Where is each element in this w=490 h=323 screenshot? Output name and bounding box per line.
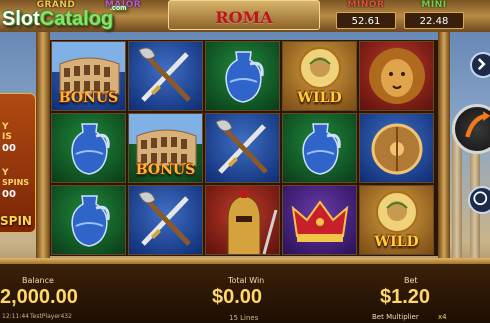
balance-label: Balance xyxy=(22,276,54,285)
game-title: ROMA xyxy=(215,8,273,27)
bonus-label: BONUS xyxy=(58,90,119,106)
bet-multiplier-value: x4 xyxy=(438,313,447,321)
reel-grid: BONUS BONUS WILD WILD xyxy=(50,40,438,256)
jackpot-mini: MINI 22.48 xyxy=(404,0,464,30)
jackpot-minor: MINOR 52.61 xyxy=(336,0,396,30)
bet-multiplier-label: Bet Multiplier xyxy=(372,313,419,321)
symbol-axe-and-sword xyxy=(128,41,203,111)
background-column xyxy=(452,133,462,263)
amphora-icon xyxy=(302,123,341,175)
crossed-weapons-icon xyxy=(138,47,191,102)
symbol-amphora xyxy=(282,113,357,183)
watermark-logo: SlotCatalog .com xyxy=(2,5,127,30)
symbol-amphora xyxy=(51,113,126,183)
promo-spin-label[interactable]: SPIN xyxy=(0,214,32,228)
jackpot-minor-value: 52.61 xyxy=(336,12,396,29)
bet-value[interactable]: $1.20 xyxy=(380,286,430,309)
bet-label: Bet xyxy=(404,276,418,285)
bonus-label: BONUS xyxy=(135,162,196,178)
symbol-caesar-wild: WILD xyxy=(359,185,434,255)
balance-value: 2,000.00 xyxy=(0,286,78,308)
symbol-amphora xyxy=(205,41,280,111)
symbol-lion xyxy=(359,41,434,111)
game-screen: GRAND MAJOR ROMA MINOR 52.61 MINI 22.48 … xyxy=(0,0,490,323)
right-pillar xyxy=(438,32,450,264)
lion-icon xyxy=(369,48,425,104)
autoplay-button[interactable] xyxy=(468,186,490,214)
symbol-shield xyxy=(359,113,434,183)
spin-button[interactable] xyxy=(452,104,490,154)
symbol-axe-and-sword xyxy=(128,185,203,255)
symbol-caesar-wild: WILD xyxy=(282,41,357,111)
crossed-weapons-icon xyxy=(138,191,191,246)
symbol-colosseum: BONUS xyxy=(128,113,203,183)
crown-icon xyxy=(291,200,349,242)
player-name: TestPlayer432 xyxy=(30,313,72,320)
amphora-icon xyxy=(71,195,110,247)
spin-icon xyxy=(465,111,490,138)
crossed-weapons-icon xyxy=(215,119,268,174)
wild-label: WILD xyxy=(374,234,419,250)
wild-label: WILD xyxy=(297,90,342,106)
title-plate: ROMA xyxy=(168,0,320,30)
symbol-amphora xyxy=(51,185,126,255)
shield-icon xyxy=(371,123,423,175)
total-win-label: Total Win xyxy=(228,276,265,285)
symbol-axe-and-sword xyxy=(205,113,280,183)
menu-button[interactable] xyxy=(470,52,490,78)
free-spins-promo-panel[interactable]: Y IS 00 Y SPINS 00 xyxy=(0,93,36,233)
amphora-icon xyxy=(225,51,264,103)
symbol-colosseum: BONUS xyxy=(51,41,126,111)
amphora-icon xyxy=(71,123,110,175)
symbol-crown xyxy=(282,185,357,255)
left-pillar xyxy=(36,32,50,264)
symbol-gladiator xyxy=(205,185,280,255)
arrow-icon xyxy=(477,58,486,71)
total-win-value: $0.00 xyxy=(212,286,263,308)
gladiator-icon xyxy=(227,190,278,254)
clock: 12:11:44 xyxy=(2,313,29,320)
jackpot-mini-value: 22.48 xyxy=(404,12,464,29)
lines-count: 15 Lines xyxy=(229,314,259,322)
autoplay-icon xyxy=(473,191,488,206)
